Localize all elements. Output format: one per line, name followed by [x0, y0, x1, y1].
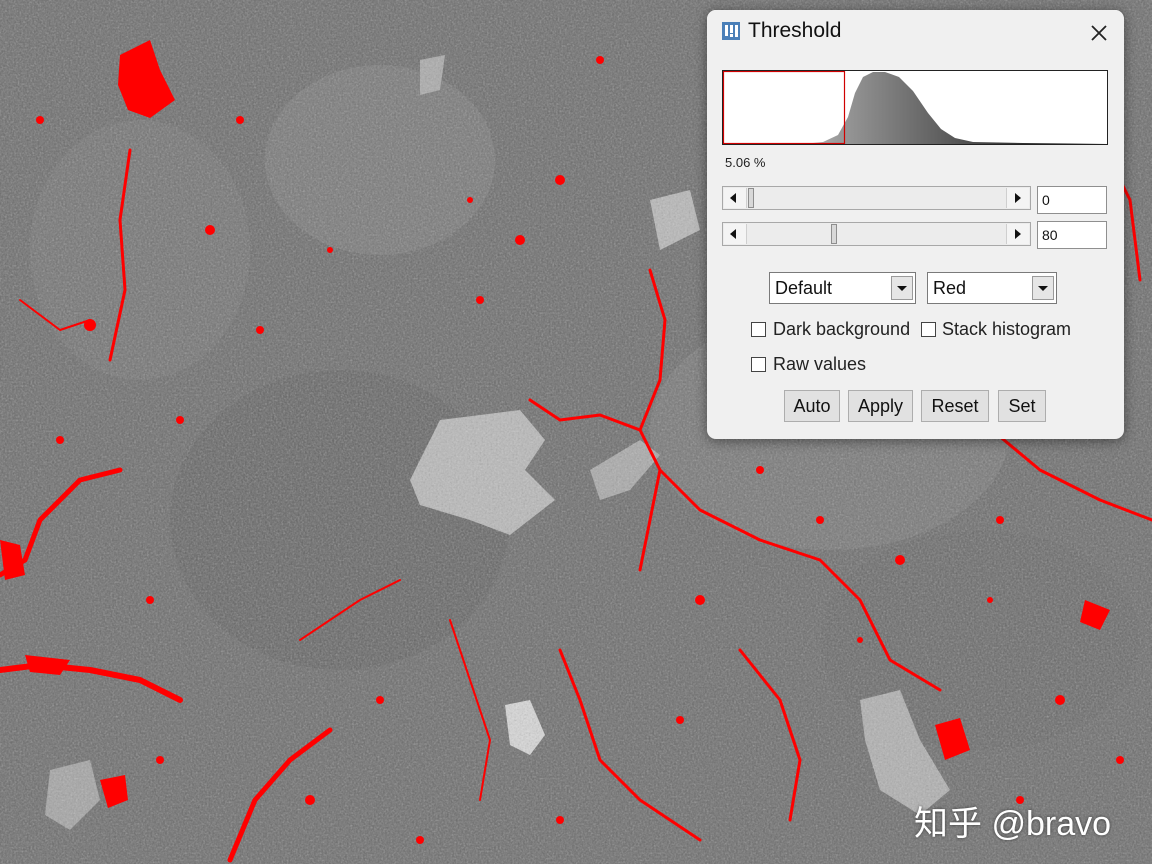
scroll-left-arrow[interactable]	[724, 188, 747, 208]
max-threshold-slider[interactable]	[722, 222, 1031, 246]
chevron-down-icon	[1032, 276, 1054, 300]
display-select[interactable]: Red	[927, 272, 1057, 304]
arrow-left-icon	[730, 193, 736, 203]
dialog-title: Threshold	[748, 19, 842, 42]
reset-button[interactable]: Reset	[921, 390, 989, 422]
max-slider-thumb[interactable]	[831, 224, 837, 244]
histogram-plot[interactable]	[722, 70, 1108, 145]
dark-background-label: Dark background	[773, 319, 911, 339]
chevron-down-icon	[891, 276, 913, 300]
raw-values-checkbox[interactable]	[751, 357, 766, 372]
method-select[interactable]: Default	[769, 272, 916, 304]
min-slider-thumb[interactable]	[748, 188, 754, 208]
arrow-right-icon	[1015, 193, 1021, 203]
max-value-field[interactable]: 80	[1037, 221, 1107, 249]
watermark: 知乎 @bravo	[914, 805, 1112, 843]
close-icon[interactable]	[1085, 20, 1113, 46]
method-select-value: Default	[775, 278, 833, 298]
arrow-right-icon	[1015, 229, 1021, 239]
min-threshold-slider[interactable]	[722, 186, 1031, 210]
display-select-value: Red	[933, 278, 967, 298]
threshold-dialog: Threshold 5.06 % 0 80 Default Red Dark b…	[707, 10, 1124, 439]
scroll-right-arrow[interactable]	[1006, 224, 1029, 244]
arrow-left-icon	[730, 229, 736, 239]
apply-button[interactable]: Apply	[848, 390, 913, 422]
stack-histogram-label: Stack histogram	[942, 319, 1072, 339]
scroll-right-arrow[interactable]	[1006, 188, 1029, 208]
threshold-percent: 5.06 %	[725, 155, 766, 170]
stack-histogram-checkbox[interactable]	[921, 322, 936, 337]
set-button[interactable]: Set	[998, 390, 1046, 422]
min-value-field[interactable]: 0	[1037, 186, 1107, 214]
auto-button[interactable]: Auto	[784, 390, 840, 422]
imagej-icon	[722, 22, 740, 40]
scroll-left-arrow[interactable]	[724, 224, 747, 244]
raw-values-label: Raw values	[773, 354, 867, 374]
dark-background-checkbox[interactable]	[751, 322, 766, 337]
dialog-titlebar[interactable]: Threshold	[707, 10, 1124, 54]
